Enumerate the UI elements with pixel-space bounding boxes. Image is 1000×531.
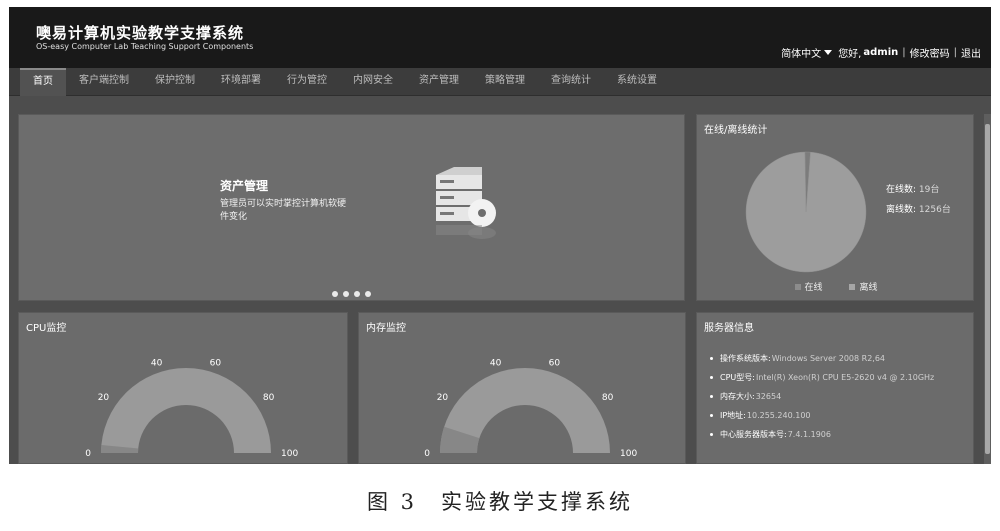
separator: | bbox=[902, 47, 906, 58]
legend-online-label: 在线 bbox=[804, 283, 823, 293]
app-window: 噢易计算机实验教学支撑系统 OS-easy Computer Lab Teach… bbox=[9, 7, 991, 464]
figure-caption: 图 3 实验教学支撑系统 bbox=[366, 490, 634, 514]
gauge-tick-label: 100 bbox=[620, 449, 637, 459]
server-info-label: 操作系统版本: bbox=[720, 354, 771, 363]
nav-item[interactable]: 内网安全 bbox=[340, 68, 406, 96]
legend-swatch bbox=[849, 283, 856, 290]
memory-gauge: 0 20 40 60 80 100 bbox=[424, 359, 637, 459]
server-info-list: 操作系统版本: Windows Server 2008 R2,64 CPU型号: In… bbox=[710, 349, 934, 444]
server-info-value: 10.255.240.100 bbox=[746, 411, 811, 420]
app-subtitle: OS-easy Computer Lab Teaching Support Co… bbox=[36, 42, 254, 51]
offline-count-label: 离线数: bbox=[886, 205, 917, 215]
user-area: 简体中文 您好, admin | 修改密码 | 退出 bbox=[781, 45, 981, 60]
carousel-dot[interactable] bbox=[343, 291, 349, 297]
gauge-tick-label: 60 bbox=[210, 359, 222, 369]
legend-online[interactable]: 在线 bbox=[794, 280, 823, 293]
greeting-text: 您好, bbox=[838, 49, 862, 60]
nav-item[interactable]: 保护控制 bbox=[142, 68, 208, 96]
gauge-tick-label: 20 bbox=[98, 393, 110, 403]
scrollbar[interactable] bbox=[984, 114, 991, 464]
slide-description: 管理员可以实时掌控计算机软硬件变化 bbox=[220, 199, 347, 222]
gauge-tick-label: 0 bbox=[85, 449, 91, 459]
nav-item[interactable]: 资产管理 bbox=[406, 68, 472, 96]
panel-title: 在线/离线统计 bbox=[704, 125, 768, 136]
gauge-tick-label: 100 bbox=[281, 449, 298, 459]
server-info-value: Intel(R) Xeon(R) CPU E5-2620 v4 @ 2.10GH… bbox=[755, 373, 935, 382]
online-pie-chart bbox=[745, 151, 867, 273]
server-info-label: CPU型号: bbox=[720, 373, 755, 382]
gauge-tick-label: 0 bbox=[424, 449, 430, 459]
nav-bar: 首页 客户端控制 保护控制 环境部署 行为管控 内网安全 资产管理 策略管理 查询统计 系统设置 bbox=[20, 68, 670, 96]
separator: | bbox=[953, 47, 957, 58]
nav-item[interactable]: 首页 bbox=[20, 68, 66, 96]
server-info-value: 7.4.1.1906 bbox=[787, 430, 831, 439]
username: admin bbox=[863, 47, 899, 58]
carousel-dot[interactable] bbox=[354, 291, 360, 297]
legend-offline-label: 离线 bbox=[859, 283, 878, 293]
nav-item[interactable]: 环境部署 bbox=[208, 68, 274, 96]
nav-item[interactable]: 客户端控制 bbox=[66, 68, 142, 96]
gauge-tick-label: 60 bbox=[549, 359, 561, 369]
nav-item[interactable]: 查询统计 bbox=[538, 68, 604, 96]
memory-monitor-panel: 内存监控 0 20 40 60 80 100 bbox=[358, 312, 686, 464]
server-info-item: 操作系统版本: Windows Server 2008 R2,64 bbox=[710, 349, 934, 368]
online-count-label: 在线数: bbox=[886, 185, 917, 195]
slide-title: 资产管理 bbox=[220, 179, 269, 193]
gauge-tick-label: 80 bbox=[263, 393, 275, 403]
legend-offline[interactable]: 离线 bbox=[849, 280, 877, 293]
online-stats-panel: 在线/离线统计 在线数: 19台 离线数: 1256台 在线 离线 bbox=[696, 114, 974, 301]
server-info-panel: 服务器信息 操作系统版本: Windows Server 2008 R2,64 CP… bbox=[696, 312, 974, 464]
server-info-label: 中心服务器版本号: bbox=[720, 430, 787, 439]
main-nav: 首页 客户端控制 保护控制 环境部署 行为管控 内网安全 资产管理 策略管理 查询统计 系统设置 bbox=[9, 68, 991, 96]
panel-title: 服务器信息 bbox=[704, 323, 754, 334]
cpu-gauge: 0 20 40 60 80 100 bbox=[85, 359, 298, 459]
change-password-link[interactable]: 修改密码 bbox=[910, 45, 950, 60]
server-info-item: 中心服务器版本号: 7.4.1.1906 bbox=[710, 425, 934, 444]
nav-item[interactable]: 策略管理 bbox=[472, 68, 538, 96]
server-info-label: IP地址: bbox=[720, 411, 746, 420]
server-info-label: 内存大小: bbox=[720, 392, 755, 401]
carousel-dots bbox=[332, 291, 371, 297]
nav-item[interactable]: 行为管控 bbox=[274, 68, 340, 96]
logout-link[interactable]: 退出 bbox=[961, 45, 981, 60]
header: 噢易计算机实验教学支撑系统 OS-easy Computer Lab Teach… bbox=[9, 7, 991, 68]
app-title: 噢易计算机实验教学支撑系统 bbox=[36, 24, 245, 42]
server-info-item: 内存大小: 32654 bbox=[710, 387, 934, 406]
chevron-down-icon[interactable] bbox=[824, 50, 833, 55]
server-disc-icon bbox=[436, 167, 496, 239]
gauge-tick-label: 40 bbox=[490, 359, 502, 369]
carousel-dot[interactable] bbox=[332, 291, 338, 297]
online-stats-text: 在线数: 19台 离线数: 1256台 bbox=[886, 180, 951, 220]
offline-count-value: 1256台 bbox=[918, 205, 951, 215]
server-info-item: IP地址: 10.255.240.100 bbox=[710, 406, 934, 425]
server-info-value: 32654 bbox=[755, 392, 782, 401]
gauge-tick-label: 80 bbox=[602, 393, 614, 403]
language-selector[interactable]: 简体中文 bbox=[781, 45, 821, 60]
gauge-tick-label: 20 bbox=[437, 393, 449, 403]
nav-item[interactable]: 系统设置 bbox=[604, 68, 670, 96]
gauge-track bbox=[101, 368, 271, 453]
server-info-item: CPU型号: Intel(R) Xeon(R) CPU E5-2620 v4 @ … bbox=[710, 368, 934, 387]
server-info-value: Windows Server 2008 R2,64 bbox=[771, 354, 886, 363]
gauge-tick-label: 40 bbox=[151, 359, 163, 369]
cpu-monitor-panel: CPU监控 0 20 40 60 80 100 bbox=[18, 312, 348, 464]
pie-legend: 在线 离线 bbox=[697, 280, 975, 293]
scroll-thumb[interactable] bbox=[985, 124, 990, 454]
online-count-value: 19台 bbox=[918, 185, 940, 195]
feature-carousel: 资产管理 管理员可以实时掌控计算机软硬件变化 bbox=[18, 114, 685, 301]
legend-swatch bbox=[794, 283, 801, 290]
carousel-dot[interactable] bbox=[365, 291, 371, 297]
